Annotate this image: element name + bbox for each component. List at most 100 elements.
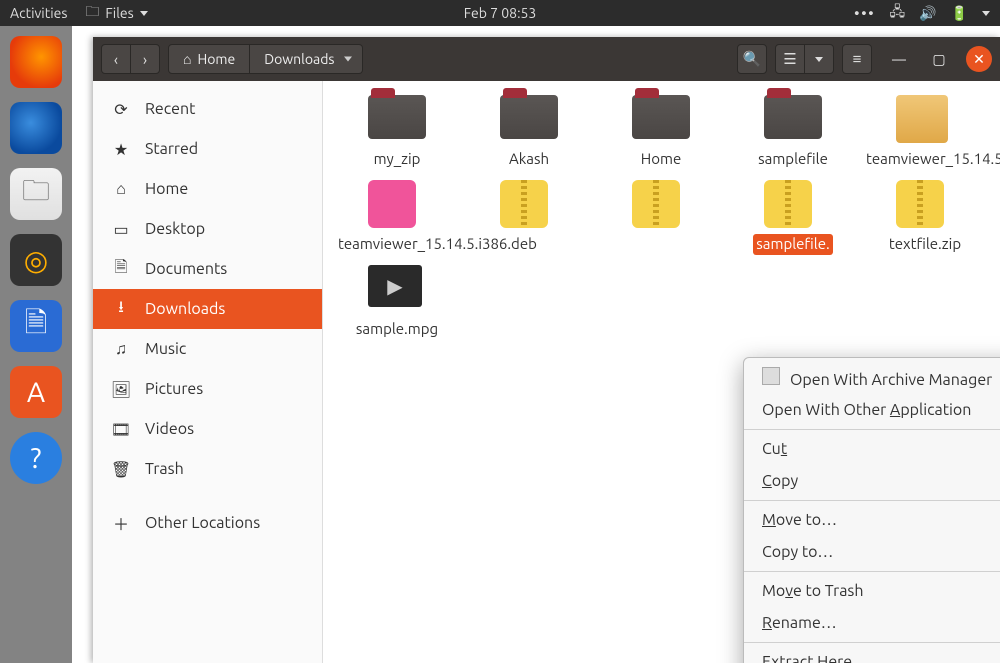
window-close-button[interactable]: ✕ <box>966 46 992 72</box>
breadcrumb-home[interactable]: ⌂ Home <box>168 44 250 74</box>
sidebar-item-label: Other Locations <box>145 514 260 532</box>
context-menu-item-label: Move to Trash <box>762 582 864 600</box>
search-button[interactable]: 🔍 <box>737 44 767 74</box>
dock-firefox-icon[interactable] <box>10 36 62 88</box>
sidebar-item-label: Starred <box>145 140 198 158</box>
file-item[interactable]: teamviewer_15.14.5.x86_64.rpm <box>861 95 989 170</box>
sidebar-item-starred[interactable]: ★ Starred <box>93 129 322 169</box>
system-menu-chevron-icon[interactable] <box>982 11 990 16</box>
search-icon: 🔍 <box>743 50 762 68</box>
context-menu-item[interactable]: CopyCtrl+C <box>744 465 1000 497</box>
context-menu-item[interactable]: Open With Other Application <box>744 394 1000 426</box>
home-icon: ⌂ <box>111 180 131 199</box>
sidebar-item-label: Documents <box>145 260 227 278</box>
file-item[interactable]: textfile.zip <box>861 180 989 255</box>
archive-icon <box>762 367 780 385</box>
dock-files-icon[interactable]: 🗀 <box>10 168 62 220</box>
file-item[interactable] <box>465 180 593 255</box>
context-menu-item[interactable]: Move to… <box>744 504 1000 536</box>
sidebar-item-label: Trash <box>145 460 184 478</box>
view-list-button[interactable]: ☰ <box>775 44 805 74</box>
context-menu-item[interactable]: Move to TrashDelete <box>744 575 1000 607</box>
videos-icon: 🎞 <box>111 420 131 439</box>
folder-icon <box>632 95 690 143</box>
sidebar-item-home[interactable]: ⌂ Home <box>93 169 322 209</box>
file-item[interactable]: ▶sample.mpg <box>333 265 461 340</box>
context-menu-item[interactable]: Rename…F2 <box>744 607 1000 639</box>
breadcrumb-home-label: Home <box>197 51 235 67</box>
file-context-menu: Open With Archive ManagerReturn Open With… <box>743 357 1000 663</box>
network-icon[interactable]: 🖧 <box>890 1 906 25</box>
nav-forward-button[interactable]: › <box>130 44 160 74</box>
context-menu-item[interactable]: CutCtrl+X <box>744 433 1000 465</box>
zip-icon <box>632 180 690 228</box>
sidebar-item-documents[interactable]: 🗎 Documents <box>93 249 322 289</box>
sidebar-item-label: Desktop <box>145 220 205 238</box>
file-label <box>658 234 664 236</box>
context-menu-item-label: Extract Here <box>762 653 852 663</box>
context-menu-separator <box>744 429 1000 430</box>
recent-icon: ⟳ <box>111 100 131 119</box>
sidebar-item-trash[interactable]: 🗑Trash <box>93 449 322 489</box>
places-sidebar: ⟳Recent ★ Starred ⌂ Home ▭ Desktop 🗎 Documents ⭳D… <box>93 81 323 663</box>
files-window: ‹ › ⌂ Home Downloads 🔍 ☰ ≡ — ▢ ✕ ⟳Recent… <box>93 37 1000 663</box>
headerbar: ‹ › ⌂ Home Downloads 🔍 ☰ ≡ — ▢ ✕ <box>93 37 1000 81</box>
desktop-icon: ▭ <box>111 220 131 239</box>
clock[interactable]: Feb 7 08:53 <box>464 5 537 21</box>
context-menu-item-label: Copy to… <box>762 543 833 561</box>
window-minimize-button[interactable]: — <box>886 46 912 72</box>
battery-icon[interactable]: 🔋 <box>951 5 968 22</box>
file-label: samplefile. <box>753 234 832 255</box>
sidebar-item-other-locations[interactable]: ＋Other Locations <box>93 503 322 543</box>
sidebar-item-label: Home <box>145 180 188 198</box>
context-menu-separator <box>744 500 1000 501</box>
notification-dots-icon[interactable]: ••• <box>854 5 875 21</box>
window-maximize-button[interactable]: ▢ <box>926 46 952 72</box>
file-item[interactable] <box>597 180 725 255</box>
app-menu-files[interactable]: 🗀 Files <box>85 1 147 25</box>
context-menu-item-label: Move to… <box>762 511 837 529</box>
file-label: Akash <box>506 149 552 170</box>
sidebar-item-pictures[interactable]: 🖼Pictures <box>93 369 322 409</box>
sidebar-item-videos[interactable]: 🎞 Videos <box>93 409 322 449</box>
sidebar-item-downloads[interactable]: ⭳Downloads <box>93 289 322 329</box>
sidebar-item-desktop[interactable]: ▭ Desktop <box>93 209 322 249</box>
dock-software-icon[interactable]: A <box>10 366 62 418</box>
file-item[interactable]: my_zip <box>333 95 461 170</box>
file-item[interactable]: Home <box>597 95 725 170</box>
context-menu-item-label: Rename… <box>762 614 837 632</box>
music-icon: ♫ <box>111 340 131 359</box>
context-menu-item[interactable]: Extract Here <box>744 646 1000 663</box>
context-menu-item[interactable]: Open With Archive ManagerReturn <box>744 362 1000 394</box>
file-item[interactable]: samplefile. <box>729 180 857 255</box>
file-item[interactable]: teamviewer_15.14.5.i386.deb <box>333 180 461 255</box>
volume-icon[interactable]: 🔊 <box>919 5 936 22</box>
file-label: sample.mpg <box>353 319 441 340</box>
breadcrumb: ⌂ Home Downloads <box>168 44 363 74</box>
file-item[interactable]: Akash <box>465 95 593 170</box>
starred-icon: ★ <box>111 140 131 159</box>
documents-icon: 🗎 <box>111 256 131 283</box>
file-item[interactable]: samplefile <box>729 95 857 170</box>
dock-writer-icon[interactable]: 🗎 <box>10 300 62 352</box>
breadcrumb-downloads[interactable]: Downloads <box>250 44 363 74</box>
home-icon: ⌂ <box>183 51 191 67</box>
context-menu-item-label: Open With Other Application <box>762 401 971 419</box>
dock-thunderbird-icon[interactable] <box>10 102 62 154</box>
sidebar-item-recent[interactable]: ⟳Recent <box>93 89 322 129</box>
zip-icon <box>764 180 822 228</box>
chevron-down-icon <box>140 11 148 16</box>
file-label: teamviewer_15.14.5.i386.deb <box>335 234 459 255</box>
folder-icon: 🗀 <box>85 1 99 25</box>
dock-help-icon[interactable]: ? <box>10 432 62 484</box>
nav-back-button[interactable]: ‹ <box>101 44 131 74</box>
file-view[interactable]: my_zipAkashHomesamplefileteamviewer_15.1… <box>323 81 1000 663</box>
context-menu-item[interactable]: Copy to… <box>744 536 1000 568</box>
view-options-chevron[interactable] <box>804 44 834 74</box>
sidebar-item-label: Videos <box>145 420 194 438</box>
gnome-top-bar: Activities 🗀 Files Feb 7 08:53 ••• 🖧 🔊 🔋 <box>0 0 1000 26</box>
activities-button[interactable]: Activities <box>10 5 67 21</box>
hamburger-menu-button[interactable]: ≡ <box>842 44 872 74</box>
dock-rhythmbox-icon[interactable]: ◎ <box>10 234 62 286</box>
sidebar-item-music[interactable]: ♫Music <box>93 329 322 369</box>
